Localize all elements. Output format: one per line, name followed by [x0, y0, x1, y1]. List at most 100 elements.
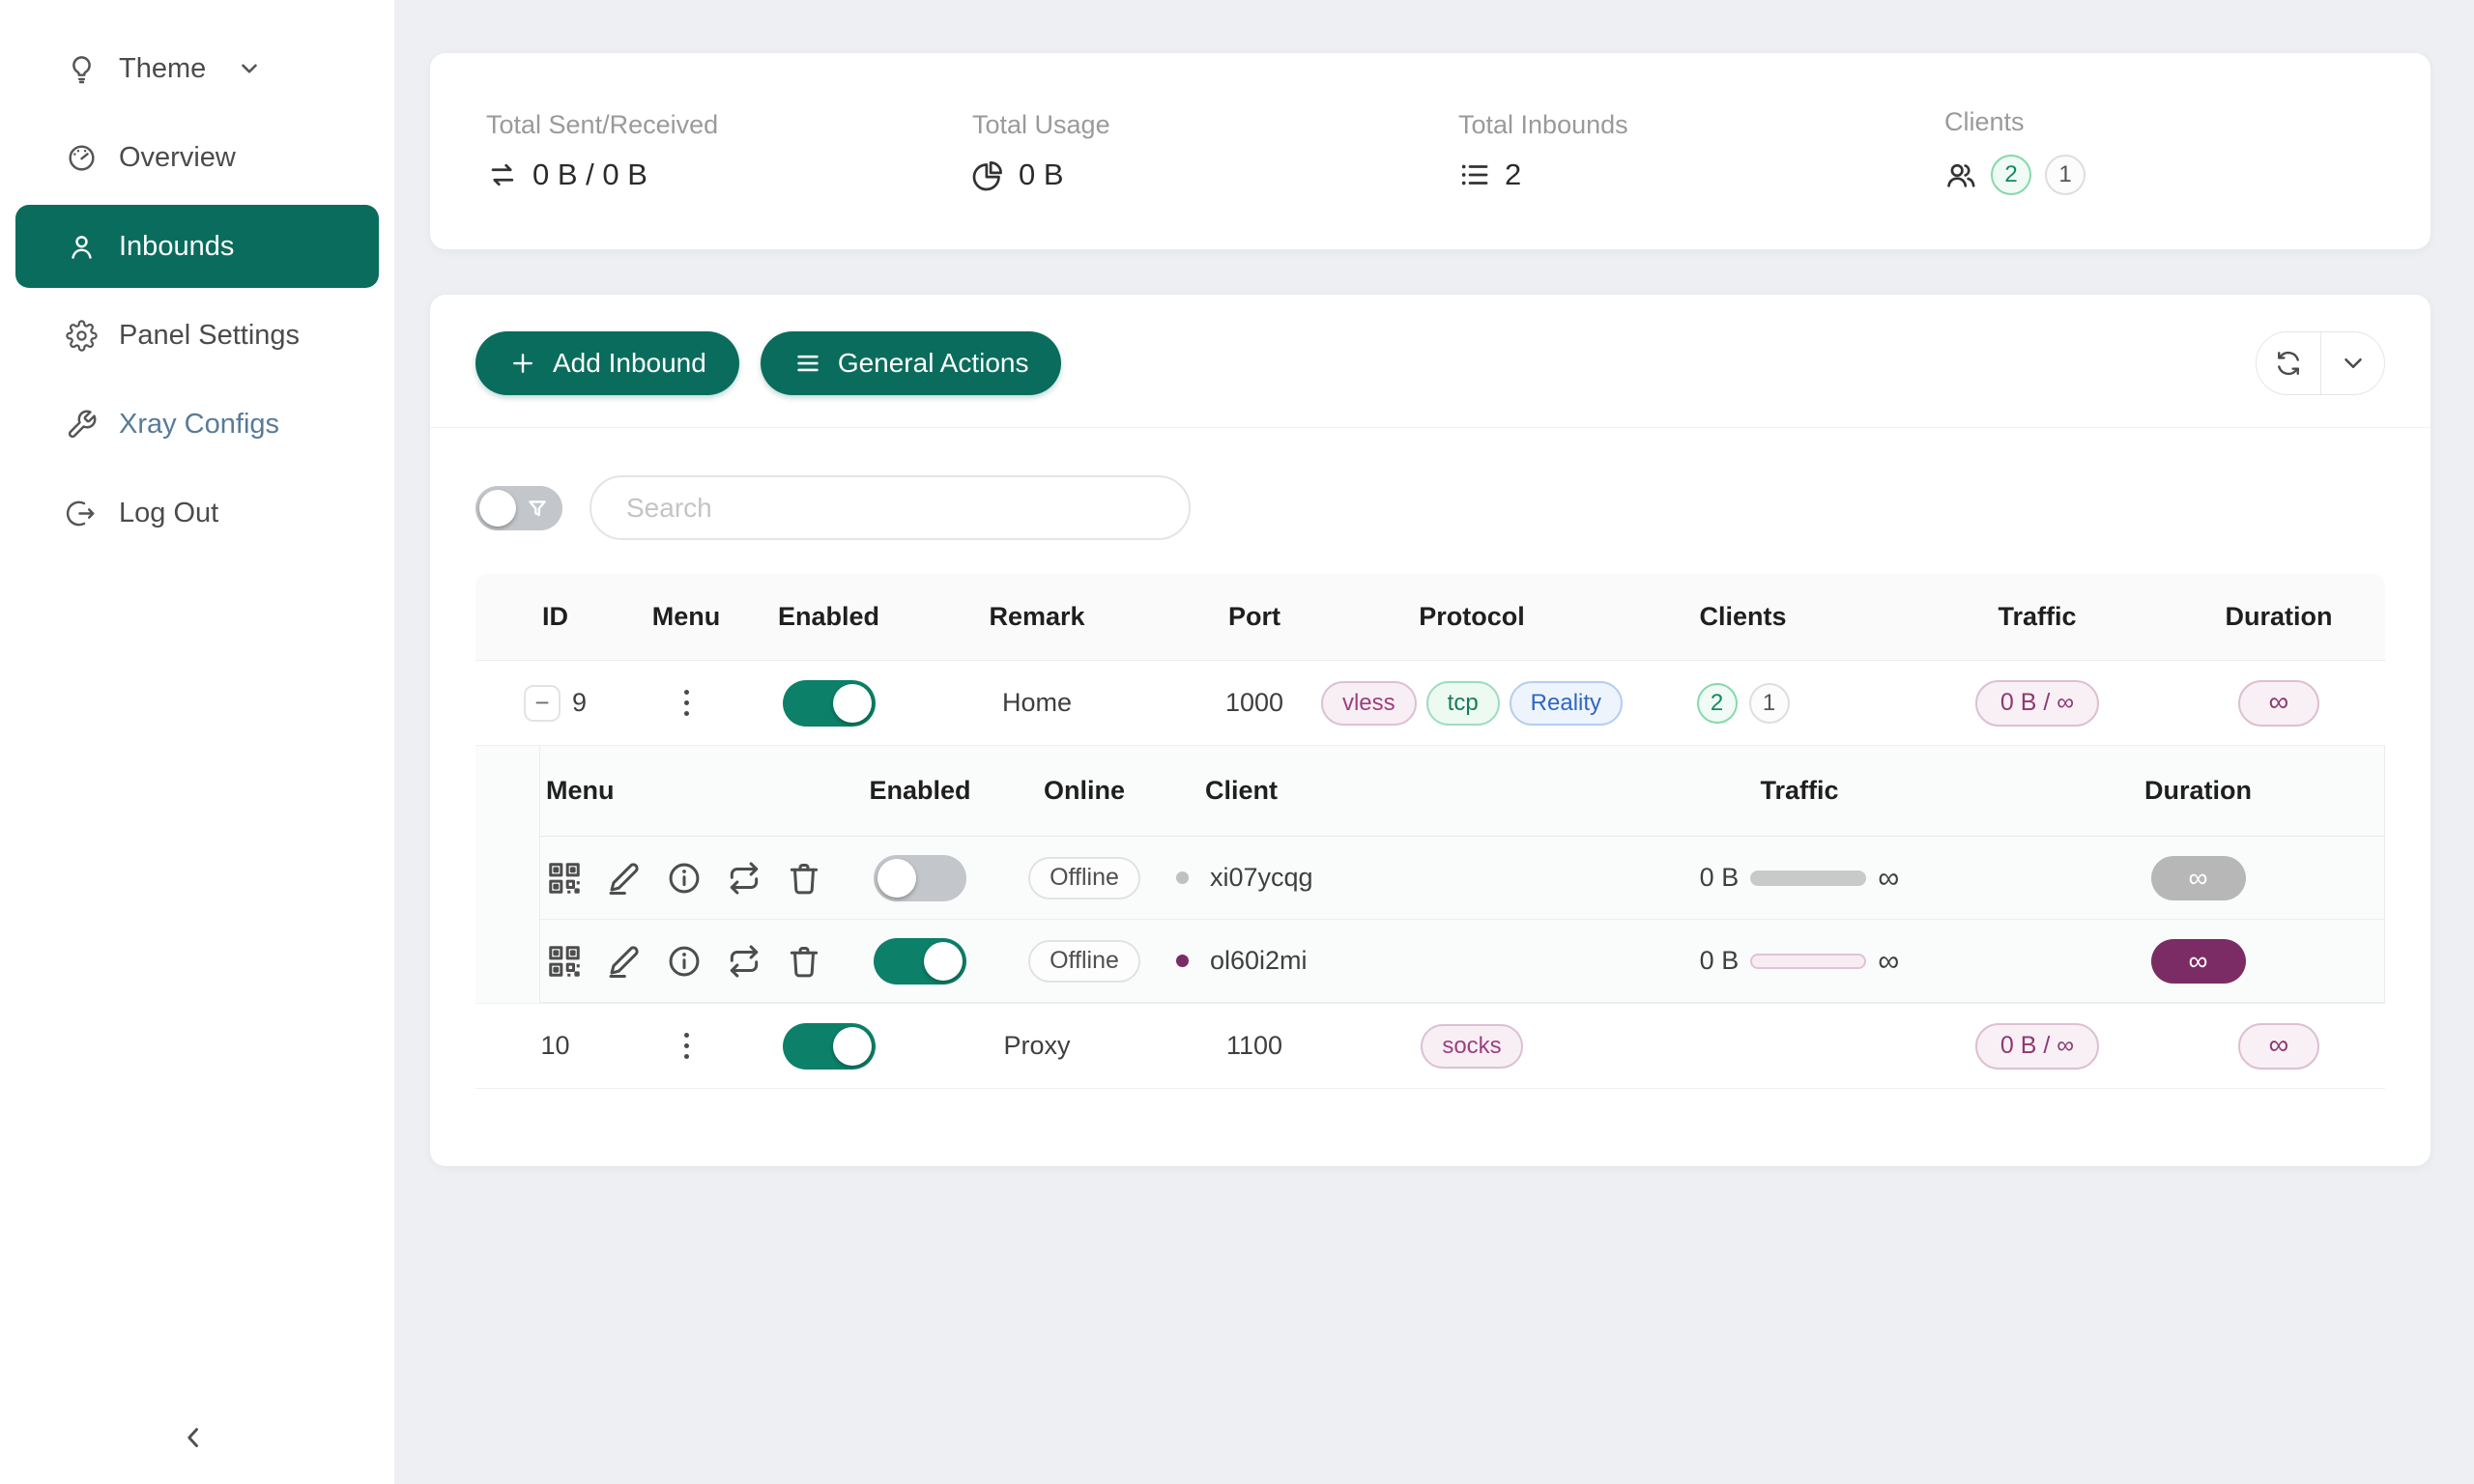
toggle-knob — [833, 1027, 872, 1066]
swap-arrows-icon — [486, 158, 519, 191]
online-status-badge: Offline — [1028, 857, 1140, 899]
clients-subtable: Menu Enabled Online Client Traffic Durat… — [539, 746, 2385, 1003]
stat-label: Total Inbounds — [1458, 110, 1944, 140]
search-input[interactable] — [590, 475, 1191, 540]
column-header-enabled: Enabled — [737, 602, 920, 632]
table-header-row: ID Menu Enabled Remark Port Protocol Cli… — [475, 574, 2385, 661]
column-header-id: ID — [475, 602, 635, 632]
subcolumn-header-online: Online — [992, 776, 1176, 806]
column-header-clients: Clients — [1589, 602, 1897, 632]
inbound-port: 1100 — [1154, 1031, 1355, 1061]
stat-label: Total Sent/Received — [486, 110, 972, 140]
stat-value: 2 — [1505, 157, 1521, 192]
sidebar-item-xray-configs[interactable]: Xray Configs — [15, 383, 379, 466]
filter-row — [475, 475, 2385, 540]
clients-online-badge: 2 — [1697, 683, 1738, 724]
inbound-enabled-toggle[interactable] — [783, 680, 876, 727]
clients-deactive-badge: 1 — [1749, 683, 1790, 724]
row-menu-button[interactable] — [678, 684, 695, 722]
client-enabled-toggle[interactable] — [874, 938, 966, 985]
sidebar-item-panel-settings[interactable]: Panel Settings — [15, 294, 379, 377]
expanded-clients-section: Menu Enabled Online Client Traffic Durat… — [475, 746, 2385, 1004]
info-icon[interactable] — [666, 860, 703, 897]
collapse-row-button[interactable]: − — [524, 685, 561, 722]
subcolumn-header-duration: Duration — [2017, 776, 2379, 806]
stat-value: 0 B — [1019, 157, 1064, 192]
main-content: Total Sent/Received 0 B / 0 B Total Usag… — [394, 0, 2474, 1484]
reset-traffic-icon[interactable] — [726, 943, 762, 980]
gear-icon — [66, 320, 98, 352]
traffic-used: 0 B — [1700, 863, 1740, 893]
sidebar-item-theme[interactable]: Theme — [15, 27, 379, 110]
column-header-duration: Duration — [2177, 602, 2380, 632]
column-header-protocol: Protocol — [1355, 602, 1589, 632]
inbound-row: − 9 Home 1000 vless tcp Reality — [475, 661, 2385, 746]
stat-value: 0 B / 0 B — [532, 157, 647, 192]
sidebar-collapse-button[interactable] — [166, 1411, 220, 1465]
clients-deactive-badge: 1 — [2045, 155, 2086, 195]
inbounds-card: Add Inbound General Actions — [430, 295, 2431, 1166]
delete-icon[interactable] — [786, 943, 822, 980]
inbound-id: 9 — [572, 688, 587, 718]
id-cell: 10 — [475, 1031, 635, 1061]
sidebar-item-label: Overview — [119, 142, 236, 174]
qr-code-icon[interactable] — [546, 860, 583, 897]
traffic-pill: 0 B / ∞ — [1975, 680, 2099, 727]
subcolumn-header-client: Client — [1176, 776, 1582, 806]
refresh-button[interactable] — [2257, 332, 2320, 394]
column-header-remark: Remark — [920, 602, 1154, 632]
sidebar-item-label: Panel Settings — [119, 320, 300, 352]
client-enabled-toggle[interactable] — [874, 855, 966, 901]
stat-total-usage: Total Usage 0 B — [972, 110, 1458, 192]
lightbulb-icon — [66, 53, 98, 85]
sidebar-item-log-out[interactable]: Log Out — [15, 471, 379, 555]
stat-label: Total Usage — [972, 110, 1458, 140]
id-cell: − 9 — [475, 685, 635, 722]
inbound-row: 10 Proxy 1100 socks 0 B / ∞ — [475, 1004, 2385, 1089]
gauge-icon — [66, 142, 98, 174]
client-duration-pill: ∞ — [2151, 856, 2246, 900]
subcolumn-header-traffic: Traffic — [1582, 776, 2017, 806]
inbound-enabled-toggle[interactable] — [783, 1023, 876, 1070]
transmission-tag: tcp — [1426, 681, 1500, 726]
traffic-progress-bar — [1750, 870, 1866, 886]
subcolumn-header-enabled: Enabled — [848, 776, 992, 806]
toggle-knob — [833, 684, 872, 723]
column-header-traffic: Traffic — [1897, 602, 2177, 632]
chevron-left-icon — [177, 1421, 210, 1454]
subtable-header-row: Menu Enabled Online Client Traffic Durat… — [540, 746, 2384, 837]
client-status-dot — [1176, 955, 1189, 967]
hamburger-menu-icon — [793, 349, 822, 378]
add-inbound-button[interactable]: Add Inbound — [475, 331, 739, 395]
sidebar-item-label: Theme — [119, 53, 206, 85]
inbound-id: 10 — [540, 1031, 569, 1061]
sidebar-item-inbounds[interactable]: Inbounds — [15, 205, 379, 288]
column-header-menu: Menu — [635, 602, 737, 632]
info-icon[interactable] — [666, 943, 703, 980]
sidebar-item-label: Log Out — [119, 498, 218, 529]
row-menu-button[interactable] — [678, 1027, 695, 1065]
traffic-progress-bar — [1750, 954, 1866, 969]
toggle-knob — [924, 942, 963, 981]
clients-online-badge: 2 — [1991, 155, 2031, 195]
sidebar-item-overview[interactable]: Overview — [15, 116, 379, 199]
sidebar-item-label: Xray Configs — [119, 409, 279, 441]
edit-icon[interactable] — [606, 860, 643, 897]
stat-total-sent-received: Total Sent/Received 0 B / 0 B — [486, 110, 972, 192]
general-actions-button[interactable]: General Actions — [761, 331, 1062, 395]
toolbar: Add Inbound General Actions — [475, 331, 2385, 395]
chevron-down-icon — [237, 56, 262, 81]
edit-icon[interactable] — [606, 943, 643, 980]
qr-code-icon[interactable] — [546, 943, 583, 980]
delete-icon[interactable] — [786, 860, 822, 897]
protocol-tag: socks — [1421, 1024, 1522, 1069]
auto-refresh-dropdown-button[interactable] — [2320, 332, 2384, 394]
reset-traffic-icon[interactable] — [726, 860, 762, 897]
inbounds-table: ID Menu Enabled Remark Port Protocol Cli… — [475, 574, 2385, 1089]
stat-total-inbounds: Total Inbounds 2 — [1458, 110, 1944, 192]
filter-toggle[interactable] — [475, 486, 562, 530]
duration-pill: ∞ — [2238, 680, 2320, 727]
client-name: xi07ycqg — [1210, 863, 1313, 893]
online-status-badge: Offline — [1028, 940, 1140, 983]
client-duration-pill: ∞ — [2151, 939, 2246, 984]
